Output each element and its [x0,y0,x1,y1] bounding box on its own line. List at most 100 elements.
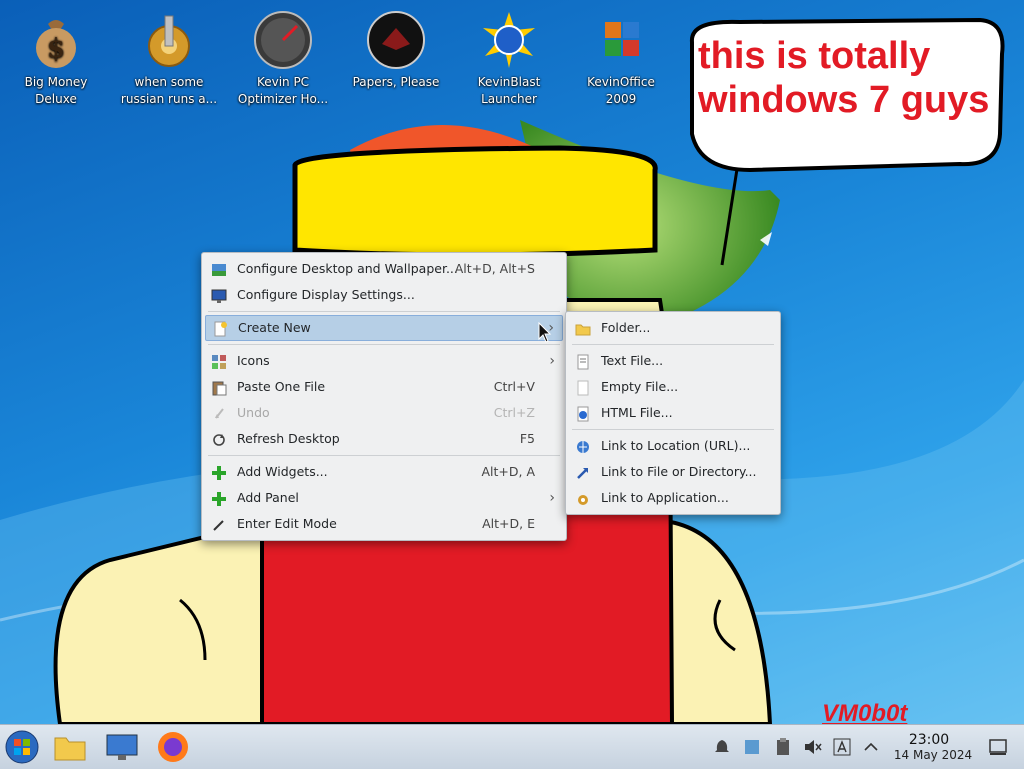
clock-time[interactable]: 23:00 [895,732,963,748]
link-arrow-icon [575,464,591,480]
desktop-icon-russian[interactable]: when some russian runs a... [114,4,224,108]
money-bag-icon: $ [26,10,86,70]
chevron-up-icon[interactable] [861,737,881,757]
menu-item-label: Folder... [601,320,651,335]
icons-grid-icon [211,353,227,369]
speech-line: this is totally [698,35,931,77]
desktop-icon-label: Papers, Please [352,75,440,89]
chevron-right-icon: › [549,353,555,369]
svg-text:$: $ [47,34,65,64]
menu-item-add-widgets[interactable]: Add Widgets... Alt+D, A [205,459,563,485]
menu-item-shortcut: F5 [519,431,535,446]
taskbar-firefox[interactable] [155,729,191,765]
desktop-icon-big-money[interactable]: $ Big Money Deluxe [1,4,111,108]
notifications-bell-icon[interactable] [712,737,732,757]
menu-item-configure-desktop[interactable]: Configure Desktop and Wallpaper... Alt+D… [205,256,563,282]
show-desktop-icon[interactable] [988,737,1008,757]
desktop-icon-label: 2009 [605,92,637,106]
speech-bubble: this is totally windows 7 guys [680,14,1010,174]
menu-item-label: Configure Display Settings... [237,287,415,302]
menu-item-add-panel[interactable]: Add Panel › [205,485,563,511]
folder-icon [52,737,88,768]
menu-item-label: Icons [237,353,270,368]
desktop-icon-label: KevinOffice [587,75,655,89]
menu-item-configure-display[interactable]: Configure Display Settings... [205,282,563,308]
desktop-icon-label: when some [134,75,204,89]
vault-icon[interactable] [742,737,762,757]
speech-line: windows 7 guys [698,79,990,121]
taskbar-file-manager[interactable] [52,729,88,765]
menu-item-label: Paste One File [237,379,326,394]
gear-icon [139,10,199,70]
menu-item-shortcut: Alt+D, A [481,464,535,479]
taskbar [0,724,1024,769]
pencil-icon [211,516,227,532]
desktop-icon-kevinblast[interactable]: KevinBlast Launcher [454,4,564,108]
html-file-icon [575,405,591,422]
submenu-item-link-file[interactable]: Link to File or Directory... [569,459,777,485]
folder-icon [575,320,591,336]
monitor-icon [211,287,227,303]
desktop-icon-kevinoffice[interactable]: KevinOffice 2009 [566,4,676,108]
desktop-context-menu: Configure Desktop and Wallpaper... Alt+D… [201,252,567,541]
paste-icon [211,379,227,396]
clipboard-icon[interactable] [773,737,793,757]
menu-item-label: Add Widgets... [237,464,328,479]
input-method-icon[interactable] [832,737,852,757]
menu-item-icons[interactable]: Icons › [205,348,563,374]
menu-item-shortcut: Alt+D, E [482,516,535,531]
menu-item-label: Add Panel [237,490,299,505]
menu-item-paste[interactable]: Paste One File Ctrl+V [205,374,563,400]
menu-separator [572,429,774,430]
plus-icon [211,464,227,480]
menu-item-label: Empty File... [601,379,679,394]
menu-item-create-new[interactable]: Create New › [205,315,563,341]
menu-item-shortcut: Alt+D, Alt+S [454,261,535,276]
emblem-icon [366,10,426,70]
speedometer-icon [253,10,313,70]
desktop-icon-label: Deluxe [35,92,77,106]
menu-item-label: Link to File or Directory... [601,464,757,479]
monitor-icon [104,734,140,768]
volume-muted-icon[interactable] [802,737,822,757]
new-document-icon [212,321,228,337]
menu-item-label: HTML File... [601,405,673,420]
firefox-icon [155,732,191,768]
desktop-icon-papers-please[interactable]: Papers, Please [341,4,451,91]
menu-separator [208,455,560,456]
desktop-icon-label: KevinBlast [477,75,541,89]
plus-icon [211,490,227,506]
menu-separator [208,311,560,312]
submenu-item-folder[interactable]: Folder... [569,315,777,341]
desktop-icon-label: Kevin PC [256,75,310,89]
create-new-submenu: Folder... Text File... Empty File... HTM… [565,311,781,515]
menu-item-label: Enter Edit Mode [237,516,337,531]
start-button[interactable] [4,729,40,765]
office-icon [591,10,651,70]
desktop-icon-kevin-pc-optimizer[interactable]: Kevin PC Optimizer Ho... [228,4,338,108]
menu-item-label: Link to Location (URL)... [601,438,751,453]
desktop-icon-label: russian runs a... [120,92,218,106]
menu-item-label: Refresh Desktop [237,431,340,446]
menu-item-label: Text File... [601,353,664,368]
submenu-item-html-file[interactable]: HTML File... [569,400,777,426]
mouse-cursor-icon [538,322,552,343]
refresh-icon [211,431,227,447]
taskbar-system-settings[interactable] [104,729,140,765]
menu-item-undo[interactable]: Undo Ctrl+Z [205,400,563,426]
wallpaper-icon [211,261,227,277]
desktop-icon-label: Optimizer Ho... [237,92,329,106]
empty-file-icon [575,379,591,396]
menu-item-label: Create New [238,320,311,335]
menu-item-label: Configure Desktop and Wallpaper... [237,261,458,276]
menu-item-refresh[interactable]: Refresh Desktop F5 [205,426,563,452]
menu-item-shortcut: Ctrl+V [493,379,535,394]
text-file-icon [575,353,591,370]
clock-date[interactable]: 14 May 2024 [893,748,973,762]
application-icon [575,490,591,506]
submenu-item-link-app[interactable]: Link to Application... [569,485,777,511]
submenu-item-text-file[interactable]: Text File... [569,348,777,374]
menu-item-edit-mode[interactable]: Enter Edit Mode Alt+D, E [205,511,563,537]
submenu-item-empty-file[interactable]: Empty File... [569,374,777,400]
submenu-item-link-url[interactable]: Link to Location (URL)... [569,433,777,459]
